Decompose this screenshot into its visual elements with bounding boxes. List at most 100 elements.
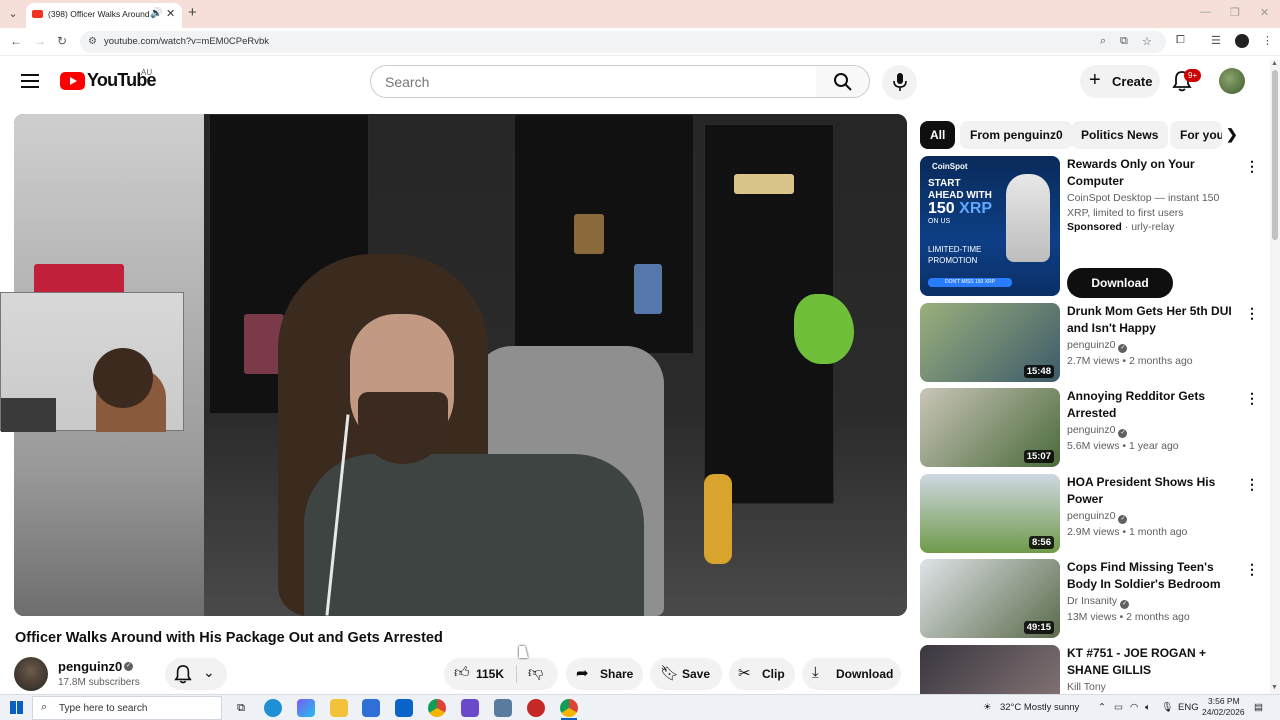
youtube-logo-icon[interactable] <box>60 72 85 90</box>
reload-icon[interactable]: ↻ <box>57 34 67 48</box>
store-icon[interactable] <box>362 699 380 717</box>
more-options-icon[interactable]: ⋮ <box>1245 476 1259 493</box>
task-view-icon[interactable]: ⧉ <box>232 699 250 717</box>
channel-avatar[interactable] <box>14 657 48 691</box>
channel-name[interactable]: penguinz0 ✓ <box>1067 510 1128 524</box>
microphone-tray-icon[interactable]: 🎙︎ <box>1161 702 1173 713</box>
browser-menu-icon[interactable]: ⋮ <box>1262 34 1273 47</box>
scrollbar-thumb[interactable] <box>1272 70 1278 240</box>
back-icon[interactable]: ← <box>10 34 22 48</box>
forward-icon[interactable]: → <box>34 34 46 48</box>
edge-icon[interactable] <box>264 699 282 717</box>
video-thumbnail[interactable]: 15:07 <box>920 388 1060 467</box>
recommendation-item[interactable]: 49:15 Cops Find Missing Teen's Body In S… <box>920 559 1259 639</box>
voice-search-button[interactable] <box>882 65 917 100</box>
site-info-icon[interactable]: ⚙ <box>88 36 97 47</box>
url-text[interactable]: youtube.com/watch?v=mEM0CPeRvbk <box>104 36 269 47</box>
taskbar-search-input[interactable]: ⌕ Type here to search <box>32 696 222 720</box>
recommendation-item[interactable]: KT #751 - JOE ROGAN + SHANE GILLIS Kill … <box>920 645 1250 694</box>
more-options-icon[interactable]: ⋮ <box>1245 647 1250 664</box>
video-thumbnail[interactable]: 15:48 <box>920 303 1060 382</box>
chip-from-channel[interactable]: From penguinz0 <box>960 121 1073 149</box>
network-icon[interactable]: ▭ <box>1114 702 1123 713</box>
video-title[interactable]: KT #751 - JOE ROGAN + SHANE GILLIS <box>1067 645 1237 679</box>
clock-time[interactable]: 3:56 PM <box>1208 696 1240 706</box>
wifi-icon[interactable]: ◠ <box>1130 702 1138 713</box>
save-button[interactable]: 🔖︎ Save <box>650 658 722 690</box>
chrome-active-icon[interactable] <box>560 699 578 717</box>
ad-download-button[interactable]: Download <box>1067 268 1173 298</box>
chip-politics-news[interactable]: Politics News <box>1071 121 1169 149</box>
tab-search-chevron-icon[interactable]: ⌄ <box>4 5 22 23</box>
like-button[interactable]: 👍︎ 115K <box>444 658 516 690</box>
new-tab-icon[interactable]: + <box>188 4 197 21</box>
search-button[interactable] <box>816 65 870 98</box>
close-tab-icon[interactable]: ✕ <box>166 7 175 20</box>
chip-all[interactable]: All <box>920 121 956 149</box>
video-title[interactable]: HOA President Shows His Power <box>1067 474 1237 508</box>
tray-chevron-icon[interactable]: ⌃ <box>1098 702 1106 713</box>
zoom-icon[interactable]: ⌕ <box>1100 35 1106 48</box>
weather-icon[interactable]: ☀ <box>983 702 992 713</box>
recommendation-item[interactable]: 8:56 HOA President Shows His Power pengu… <box>920 474 1259 554</box>
app-icon[interactable] <box>461 699 479 717</box>
chip-for-you[interactable]: For you <box>1170 121 1222 149</box>
channel-name[interactable]: Dr Insanity ✓ <box>1067 595 1130 609</box>
copilot-icon[interactable] <box>297 699 315 717</box>
clock-date[interactable]: 24/02/2026 <box>1202 707 1245 717</box>
omnibox[interactable]: ⚙ youtube.com/watch?v=mEM0CPeRvbk ⌕ ⧉ ☆ <box>80 31 1166 53</box>
chrome-icon[interactable] <box>428 699 446 717</box>
download-button[interactable]: ⤓ Download <box>802 658 901 690</box>
more-options-icon[interactable]: ⋮ <box>1245 158 1259 175</box>
channel-name[interactable]: penguinz0 ✓ <box>1067 339 1128 353</box>
app-icon[interactable] <box>527 699 545 717</box>
scroll-down-icon[interactable]: ▼ <box>1271 684 1278 691</box>
more-options-icon[interactable]: ⋮ <box>1245 305 1259 322</box>
ad-thumbnail[interactable]: CoinSpot START AHEAD WITH 150 XRP ON US … <box>920 156 1060 296</box>
video-title[interactable]: Cops Find Missing Teen's Body In Soldier… <box>1067 559 1237 593</box>
weather-text[interactable]: 32°C Mostly sunny <box>1000 702 1079 713</box>
hamburger-menu-icon[interactable] <box>21 74 39 88</box>
page-scrollbar[interactable]: ▲ ▼ <box>1270 60 1280 695</box>
video-title[interactable]: Drunk Mom Gets Her 5th DUI and Isn't Hap… <box>1067 303 1237 337</box>
maximize-icon[interactable]: ❐ <box>1230 6 1240 19</box>
chevron-right-icon[interactable]: ❯ <box>1226 126 1238 143</box>
recommendation-item[interactable]: 15:07 Annoying Redditor Gets Arrested pe… <box>920 388 1259 468</box>
video-thumbnail[interactable]: 8:56 <box>920 474 1060 553</box>
install-app-icon[interactable]: ⧉ <box>1120 35 1128 48</box>
speaker-icon[interactable]: 🔊 <box>150 8 162 19</box>
video-thumbnail[interactable]: 49:15 <box>920 559 1060 638</box>
volume-icon[interactable]: 🔈︎ <box>1145 702 1151 713</box>
bookmark-star-icon[interactable]: ☆ <box>1142 35 1152 48</box>
channel-name[interactable]: Kill Tony <box>1067 681 1106 693</box>
channel-name[interactable]: penguinz0 <box>58 659 122 674</box>
language-indicator[interactable]: ENG <box>1178 702 1199 713</box>
clip-button[interactable]: ✂ Clip <box>729 658 795 690</box>
windows-start-icon[interactable] <box>10 701 23 714</box>
more-options-icon[interactable]: ⋮ <box>1245 390 1259 407</box>
create-button[interactable]: + Create <box>1080 65 1160 98</box>
recommendation-item[interactable]: 15:48 Drunk Mom Gets Her 5th DUI and Isn… <box>920 303 1259 383</box>
mail-icon[interactable] <box>395 699 413 717</box>
reading-list-icon[interactable]: ☰ <box>1211 34 1221 47</box>
video-thumbnail[interactable] <box>920 645 1060 694</box>
account-avatar[interactable] <box>1219 68 1245 94</box>
share-button[interactable]: ➦ Share <box>566 658 643 690</box>
sponsored-ad[interactable]: CoinSpot START AHEAD WITH 150 XRP ON US … <box>920 156 1259 301</box>
browser-tab[interactable]: (398) Officer Walks Around 🔊 ✕ <box>26 3 182 28</box>
extensions-icon[interactable]: ⧠ <box>1176 34 1185 47</box>
more-options-icon[interactable]: ⋮ <box>1245 561 1259 578</box>
subscribed-notifications-button[interactable]: ⌄ <box>165 658 227 690</box>
window-close-icon[interactable]: ✕ <box>1260 6 1269 19</box>
search-input[interactable]: Search <box>370 65 817 98</box>
video-title[interactable]: Annoying Redditor Gets Arrested <box>1067 388 1237 422</box>
channel-name[interactable]: penguinz0 ✓ <box>1067 424 1128 438</box>
file-explorer-icon[interactable] <box>330 699 348 717</box>
scroll-up-icon[interactable]: ▲ <box>1271 60 1278 67</box>
minimize-icon[interactable]: — <box>1200 6 1211 18</box>
ad-title[interactable]: Rewards Only on Your Computer <box>1067 156 1237 190</box>
browser-profile-avatar[interactable] <box>1235 34 1249 48</box>
dislike-button[interactable]: 👎︎ <box>517 658 558 690</box>
notification-center-icon[interactable]: ▤ <box>1254 702 1263 713</box>
app-icon[interactable] <box>494 699 512 717</box>
